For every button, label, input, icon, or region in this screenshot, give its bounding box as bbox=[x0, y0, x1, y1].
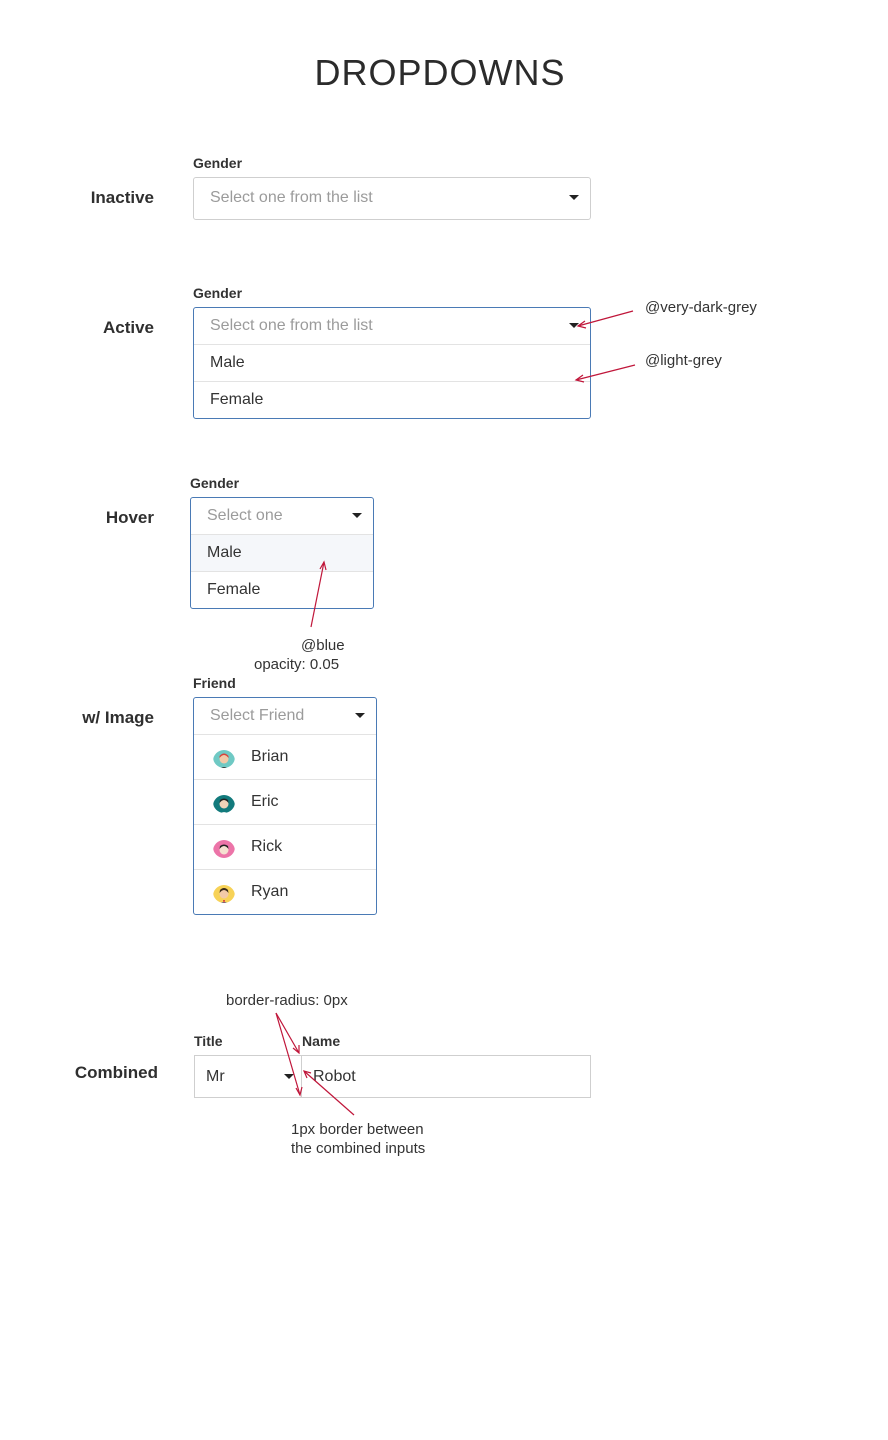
annotation-border-radius: border-radius: 0px bbox=[226, 992, 348, 1009]
friend-field-label: Friend bbox=[193, 675, 236, 691]
row-label-combined: Combined bbox=[74, 1063, 158, 1082]
dropdown-placeholder: Select one from the list bbox=[210, 189, 373, 206]
dropdown-option-female[interactable]: Female bbox=[194, 382, 590, 419]
caret-down-icon bbox=[569, 195, 579, 200]
dropdown-option-male[interactable]: Male bbox=[194, 345, 590, 382]
dropdown-option-male-hovered[interactable]: Male bbox=[191, 535, 373, 572]
friend-dropdown[interactable]: Select Friend Brian Eric Rick Ryan bbox=[193, 697, 377, 915]
gender-dropdown-active[interactable]: Select one from the list Male Female bbox=[193, 307, 591, 419]
avatar-rick bbox=[213, 836, 235, 858]
gender-field-label: Gender bbox=[190, 475, 240, 491]
caret-down-icon bbox=[569, 323, 579, 328]
friend-name: Ryan bbox=[251, 883, 289, 900]
title-field-label: Title bbox=[194, 1033, 223, 1049]
gender-dropdown-hover[interactable]: Select one Male Female bbox=[190, 497, 374, 609]
title-value: Mr bbox=[206, 1068, 225, 1085]
annotation-hover-opacity: opacity: 0.05 bbox=[254, 656, 340, 673]
caret-down-icon bbox=[355, 713, 365, 718]
name-value: Robot bbox=[313, 1068, 356, 1085]
friend-option-eric[interactable]: Eric bbox=[194, 780, 376, 825]
dropdown-placeholder: Select one bbox=[207, 507, 283, 524]
caret-down-icon bbox=[352, 513, 362, 518]
name-input[interactable]: Robot bbox=[301, 1055, 591, 1098]
dropdown-placeholder: Select one from the list bbox=[210, 317, 373, 334]
gender-field-label: Gender bbox=[193, 285, 243, 301]
friend-option-ryan[interactable]: Ryan bbox=[194, 870, 376, 915]
title-dropdown[interactable]: Mr bbox=[194, 1055, 302, 1098]
avatar-brian bbox=[213, 746, 235, 768]
gender-field-label: Gender bbox=[193, 155, 243, 171]
annotation-divider-color: @light-grey bbox=[645, 352, 722, 369]
name-field-label: Name bbox=[302, 1033, 341, 1049]
annotation-border-between-line1: 1px border between bbox=[291, 1121, 424, 1138]
friend-option-rick[interactable]: Rick bbox=[194, 825, 376, 870]
arrow-radius-top bbox=[275, 1012, 300, 1054]
row-label-with-image: w/ Image bbox=[82, 708, 154, 727]
annotation-caret-color: @very-dark-grey bbox=[645, 299, 757, 316]
row-label-active: Active bbox=[102, 318, 154, 337]
arrowhead bbox=[292, 1045, 300, 1055]
caret-down-icon bbox=[284, 1074, 294, 1079]
dropdown-option-female[interactable]: Female bbox=[191, 572, 373, 609]
friend-name: Brian bbox=[251, 748, 289, 765]
annotation-border-between-line2: the combined inputs bbox=[291, 1140, 426, 1157]
row-label-inactive: Inactive bbox=[90, 188, 154, 207]
friend-name: Eric bbox=[251, 793, 279, 810]
gender-dropdown-inactive[interactable]: Select one from the list bbox=[193, 177, 591, 220]
friend-option-brian[interactable]: Brian bbox=[194, 735, 376, 780]
avatar-ryan bbox=[213, 881, 235, 903]
avatar-eric bbox=[213, 791, 235, 813]
friend-name: Rick bbox=[251, 838, 283, 855]
annotation-hover-color: @blue bbox=[301, 637, 345, 654]
page-title: DROPDOWNS bbox=[314, 52, 566, 93]
dropdown-placeholder: Select Friend bbox=[210, 707, 305, 724]
row-label-hover: Hover bbox=[105, 508, 154, 527]
